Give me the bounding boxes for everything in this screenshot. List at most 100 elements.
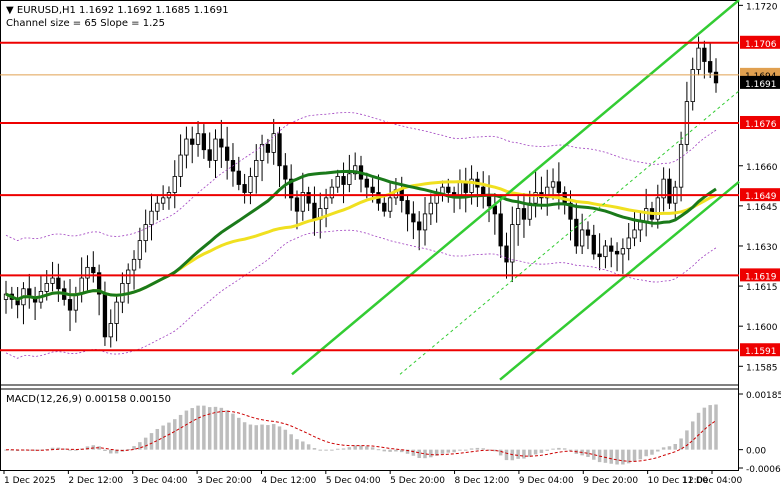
- macd-bar: [545, 449, 549, 451]
- candle-body: [225, 146, 230, 161]
- candle-body: [580, 229, 585, 247]
- macd-bar: [312, 448, 317, 450]
- time-axis: 1 Dec 2025 2 Dec 12:00 3 Dec 04:00 3 Dec 20…: [3, 470, 743, 486]
- candle-body: [137, 240, 142, 260]
- macd-bar: [237, 417, 241, 450]
- macd-bar: [673, 444, 678, 450]
- candle-body: [422, 213, 428, 231]
- macd-bar: [661, 447, 666, 450]
- macd-bar: [522, 449, 526, 459]
- candle-body: [207, 149, 212, 161]
- candle-body: [195, 133, 201, 145]
- macd-bar: [347, 447, 352, 450]
- candle-body: [50, 277, 55, 284]
- macd-tick-label: -0.00061: [746, 465, 781, 475]
- time-tick-label: 8 Dec 12:00: [455, 476, 510, 486]
- time-tick-label: 1 Dec 2025: [4, 476, 56, 486]
- macd-bar: [458, 449, 462, 451]
- candle-body: [283, 165, 288, 180]
- price-tick-label: 1.1585: [746, 363, 778, 373]
- candle-body: [609, 245, 614, 252]
- candle-body: [190, 138, 195, 145]
- candle-body: [44, 283, 49, 292]
- time-tick-label: 3 Dec 20:00: [197, 476, 252, 486]
- time-tick-label: 5 Dec 04:00: [326, 476, 381, 486]
- macd-bar: [557, 447, 561, 450]
- candle-body: [323, 197, 329, 209]
- candle-body: [667, 178, 672, 204]
- symbol-line: ▼ EURUSD,H1 1.1692 1.1692 1.1685 1.1691: [6, 5, 229, 16]
- macd-label: MACD(12,26,9) 0.00158 0.00150: [6, 394, 171, 405]
- candle-body: [114, 301, 119, 324]
- candle-body: [411, 213, 416, 223]
- time-tick-label: 5 Dec 20:00: [390, 476, 445, 486]
- macd-bar: [452, 449, 456, 453]
- macd-bar: [225, 410, 229, 450]
- candle-body: [428, 202, 433, 215]
- macd-bar: [248, 424, 253, 450]
- price-marker-label: 1.1691: [745, 80, 777, 90]
- price-tick-label: 1.1720: [746, 2, 778, 12]
- candle-body: [126, 269, 131, 284]
- macd-pane: [4, 404, 718, 465]
- macd-bar: [504, 449, 509, 461]
- candle-body: [242, 184, 247, 193]
- candle-body: [678, 143, 684, 188]
- candle-body: [620, 248, 626, 255]
- time-tick-label: 2 Dec 12:00: [68, 476, 123, 486]
- macd-bar: [306, 444, 311, 450]
- candle-body: [515, 208, 521, 225]
- macd-bar: [632, 449, 637, 462]
- candle-body: [486, 194, 492, 207]
- candle-body: [708, 61, 713, 73]
- macd-bar: [562, 448, 567, 450]
- macd-bar: [440, 449, 445, 454]
- level-tag-label: 1.1649: [745, 192, 777, 202]
- macd-bar: [539, 449, 544, 453]
- candle-body: [632, 229, 637, 239]
- candle-body: [510, 224, 515, 263]
- macd-bar: [388, 449, 392, 452]
- macd-bar: [696, 412, 701, 450]
- candle-body: [347, 173, 352, 185]
- macd-bar: [324, 449, 328, 451]
- macd-bar: [283, 429, 288, 450]
- macd-bar: [103, 449, 107, 451]
- macd-bar: [475, 447, 480, 450]
- macd-bar: [178, 414, 183, 450]
- candle-body: [254, 160, 259, 177]
- macd-bar: [650, 449, 654, 455]
- macd-bar: [161, 425, 165, 450]
- candles: [3, 36, 719, 348]
- candle-body: [271, 133, 276, 153]
- chart-frame: 1.17061.16761.16491.16191.15911.16941.16…: [0, 0, 781, 486]
- candle-body: [638, 221, 643, 231]
- candle-body: [364, 178, 369, 188]
- time-tick-label: 11 Dec 04:00: [682, 476, 743, 486]
- macd-bar: [196, 405, 200, 450]
- candle-body: [417, 221, 422, 231]
- candle-body: [277, 133, 282, 167]
- candle-body: [498, 213, 503, 247]
- macd-bar: [469, 448, 474, 450]
- candle-body: [446, 186, 451, 193]
- macd-bar: [295, 439, 299, 450]
- candle-body: [405, 200, 410, 215]
- macd-bar: [376, 449, 381, 451]
- macd-tick-label: 0.00185: [746, 391, 781, 401]
- macd-bar: [667, 446, 672, 450]
- macd-bar: [335, 448, 340, 450]
- macd-bar: [446, 449, 451, 453]
- candle-body: [108, 323, 113, 338]
- candle-body: [219, 138, 224, 148]
- candle-body: [341, 176, 346, 185]
- candle-body: [521, 208, 527, 220]
- candle-body: [504, 245, 509, 263]
- candle-body: [702, 47, 707, 62]
- macd-bar: [91, 445, 96, 450]
- candle-body: [91, 266, 96, 274]
- macd-bar: [330, 449, 334, 451]
- macd-bar: [318, 449, 323, 451]
- candle-body: [370, 186, 375, 193]
- candle-body: [178, 154, 183, 177]
